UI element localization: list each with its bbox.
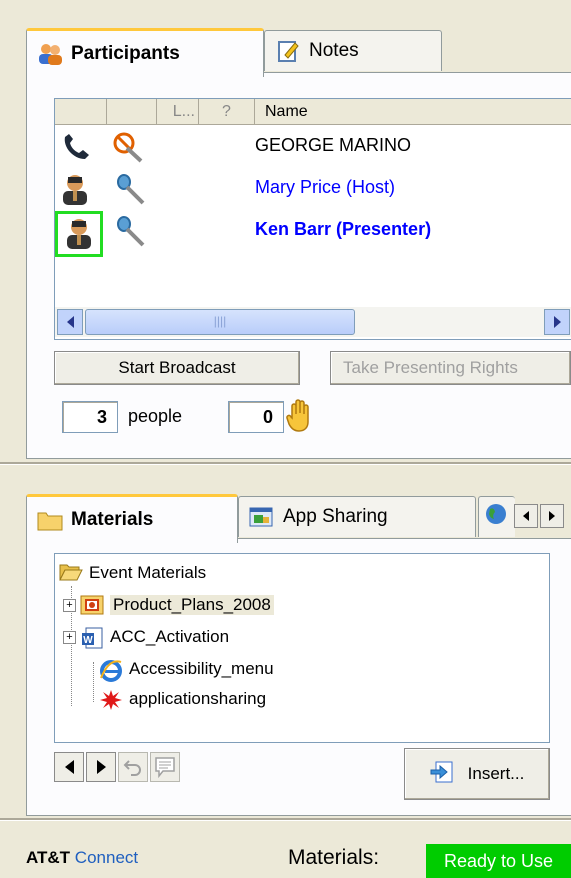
arrow-right-icon: [549, 511, 555, 521]
arrow-left-icon: [64, 760, 74, 774]
expand-icon[interactable]: +: [63, 630, 76, 644]
arrow-left-icon: [523, 511, 529, 521]
participant-row[interactable]: Mary Price (Host): [55, 169, 571, 209]
raised-hand-icon: [286, 398, 314, 437]
status-divider: [0, 818, 571, 821]
arrow-left-icon: [66, 316, 74, 328]
status-bar: AT&T Connect Materials: Ready to Use: [0, 822, 571, 878]
word-document-icon: W: [80, 626, 104, 649]
materials-tree[interactable]: Event Materials + Product_Plans_2008 + W…: [54, 553, 550, 743]
comment-button[interactable]: [150, 752, 180, 782]
phone-icon: [61, 133, 93, 168]
panel-divider[interactable]: [0, 462, 571, 465]
take-presenting-rights-button[interactable]: Take Presenting Rights: [330, 351, 571, 385]
expand-icon[interactable]: +: [63, 598, 76, 612]
microphone-icon: [113, 173, 147, 210]
arrow-right-icon: [553, 316, 561, 328]
participant-name: GEORGE MARINO: [255, 135, 412, 155]
column-header-question[interactable]: ?: [199, 99, 255, 125]
brand-name: Connect: [74, 848, 139, 867]
tab-app-sharing-label: App Sharing: [283, 506, 388, 527]
insert-button[interactable]: Insert...: [404, 748, 550, 800]
start-broadcast-button[interactable]: Start Broadcast: [54, 351, 300, 385]
app-sharing-icon: [249, 504, 275, 530]
tab-partial[interactable]: [478, 496, 515, 537]
scroll-thumb[interactable]: ||||: [85, 309, 355, 335]
people-count: 3: [62, 401, 118, 433]
column-header-l[interactable]: L...: [157, 99, 199, 125]
participant-name: Ken Barr (Presenter): [255, 219, 432, 239]
microphone-icon: [113, 215, 147, 252]
mute-mic-icon: [111, 131, 145, 168]
globe-icon: [485, 503, 507, 531]
tab-notes[interactable]: Notes: [264, 30, 442, 71]
participants-list[interactable]: L... ? Name GEORGE MARINO Mary Price (Ho…: [54, 98, 571, 340]
notes-icon: [275, 38, 301, 64]
tree-connector: [93, 662, 94, 702]
tab-participants[interactable]: Participants: [26, 28, 264, 77]
insert-icon: [430, 760, 454, 789]
scroll-right-button[interactable]: [544, 309, 570, 335]
arrow-right-icon: [96, 760, 106, 774]
tab-notes-label: Notes: [309, 40, 359, 61]
tab-materials[interactable]: Materials: [26, 494, 238, 543]
brand-bold: AT&T: [26, 848, 71, 867]
tree-item[interactable]: + Product_Plans_2008: [63, 590, 274, 620]
participant-row[interactable]: Ken Barr (Presenter): [55, 211, 571, 257]
raised-hands-count: 0: [228, 401, 284, 433]
tree-item-label: applicationsharing: [129, 689, 267, 708]
participants-panel: Participants Notes L... ? Name GEORGE MA…: [0, 0, 571, 462]
tab-scroll-right-button[interactable]: [540, 504, 564, 528]
column-header-status[interactable]: [55, 99, 107, 125]
people-icon: [37, 41, 63, 67]
app-sharing-splat-icon: [99, 688, 123, 710]
tab-scroll-left-button[interactable]: [514, 504, 538, 528]
tab-app-sharing[interactable]: App Sharing: [238, 496, 476, 537]
tree-item[interactable]: + W ACC_Activation: [63, 622, 229, 652]
person-icon: [59, 173, 91, 210]
horizontal-scrollbar[interactable]: ||||: [55, 307, 571, 337]
scroll-left-button[interactable]: [57, 309, 83, 335]
presentation-icon: [80, 594, 104, 616]
materials-status-badge: Ready to Use: [426, 844, 571, 878]
participant-name: Mary Price (Host): [255, 177, 396, 197]
comment-icon: [155, 757, 175, 778]
person-icon: [63, 217, 95, 254]
tree-item-label: ACC_Activation: [110, 627, 230, 646]
open-folder-icon: [59, 562, 83, 584]
undo-icon: [123, 760, 141, 776]
brand-logo: AT&T Connect: [26, 848, 138, 868]
undo-button[interactable]: [118, 752, 148, 782]
internet-explorer-icon: [99, 658, 123, 682]
tree-root-label: Event Materials: [89, 563, 207, 582]
tree-root[interactable]: Event Materials: [59, 558, 206, 588]
next-button[interactable]: [86, 752, 116, 782]
participant-row[interactable]: GEORGE MARINO: [55, 127, 571, 167]
people-label: people: [128, 406, 183, 426]
column-header-audio[interactable]: [107, 99, 157, 125]
tree-item[interactable]: Accessibility_menu: [99, 654, 274, 684]
column-header-name[interactable]: Name: [255, 99, 571, 125]
tab-participants-label: Participants: [71, 43, 180, 64]
materials-status-label: Materials:: [288, 846, 380, 869]
tab-materials-label: Materials: [71, 509, 154, 530]
tree-item[interactable]: applicationsharing: [99, 684, 266, 714]
insert-button-label: Insert...: [467, 764, 525, 783]
previous-button[interactable]: [54, 752, 84, 782]
tree-item-label: Accessibility_menu: [129, 659, 274, 678]
tree-item-label: Product_Plans_2008: [110, 595, 274, 615]
svg-text:W: W: [83, 635, 93, 646]
folder-icon: [37, 507, 63, 533]
